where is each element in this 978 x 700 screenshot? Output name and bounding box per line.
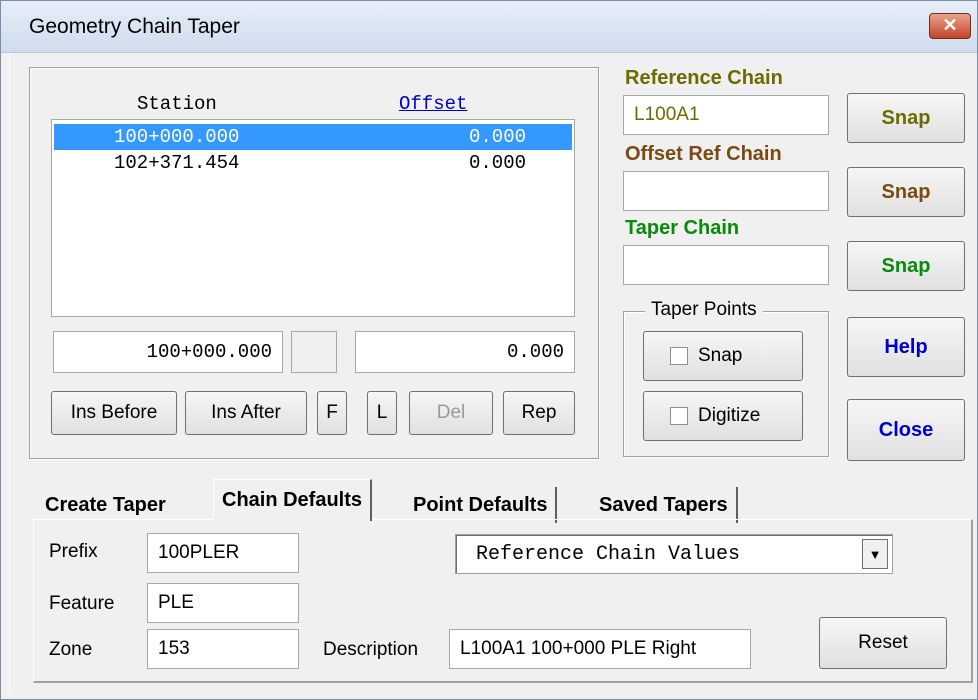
middle-input[interactable]: [291, 331, 337, 373]
zone-field[interactable]: 153: [147, 629, 299, 669]
station-input[interactable]: 100+000.000: [53, 331, 283, 373]
tab-chain-defaults[interactable]: Chain Defaults: [213, 479, 373, 521]
list-row[interactable]: 102+371.454 0.000: [54, 150, 572, 176]
delete-button[interactable]: Del: [409, 391, 493, 435]
title-bar[interactable]: Geometry Chain Taper ✕: [1, 1, 977, 53]
row-offset: 0.000: [468, 126, 526, 148]
row-station: 102+371.454: [114, 152, 240, 174]
geometry-chain-taper-dialog: Geometry Chain Taper ✕ Station Offset 10…: [0, 0, 978, 700]
prefix-field[interactable]: 100PLER: [147, 533, 299, 573]
first-button[interactable]: F: [317, 391, 347, 435]
snap-checkbox[interactable]: [670, 347, 688, 365]
taper-chain-field[interactable]: [623, 245, 829, 285]
offset-ref-chain-snap-button[interactable]: Snap: [847, 167, 965, 217]
station-offset-list[interactable]: 100+000.000 0.000 102+371.454 0.000: [51, 119, 575, 317]
help-button[interactable]: Help: [847, 317, 965, 377]
row-station: 100+000.000: [114, 126, 240, 148]
insert-after-button[interactable]: Ins After: [185, 391, 307, 435]
close-button[interactable]: Close: [847, 399, 965, 461]
taper-chain-snap-button[interactable]: Snap: [847, 241, 965, 291]
reference-chain-label: Reference Chain: [625, 67, 783, 89]
reset-button[interactable]: Reset: [819, 617, 947, 669]
offset-ref-chain-label: Offset Ref Chain: [625, 143, 782, 165]
reference-chain-field[interactable]: L100A1: [623, 95, 829, 135]
digitize-checkbox-label: Digitize: [698, 405, 761, 426]
description-label: Description: [323, 639, 419, 660]
close-icon: ✕: [942, 15, 958, 35]
feature-field[interactable]: PLE: [147, 583, 299, 623]
last-button[interactable]: L: [367, 391, 397, 435]
zone-label: Zone: [49, 639, 93, 660]
window-close-button[interactable]: ✕: [929, 13, 971, 39]
station-column-header: Station: [137, 93, 217, 115]
chain-values-selected: Reference Chain Values: [476, 543, 741, 566]
row-offset: 0.000: [468, 152, 526, 174]
prefix-label: Prefix: [49, 541, 98, 562]
description-field[interactable]: L100A1 100+000 PLE Right: [449, 629, 751, 669]
offset-ref-chain-field[interactable]: [623, 171, 829, 211]
list-row[interactable]: 100+000.000 0.000: [54, 124, 572, 150]
taper-chain-label: Taper Chain: [625, 217, 740, 239]
snap-checkbox-label: Snap: [698, 345, 743, 366]
offset-input[interactable]: 0.000: [355, 331, 575, 373]
chain-values-select[interactable]: Reference Chain Values ▼: [455, 534, 893, 574]
tab-point-defaults[interactable]: Point Defaults: [405, 487, 558, 523]
taper-points-group-label: Taper Points: [645, 299, 763, 321]
offset-column-header[interactable]: Offset: [399, 93, 467, 115]
digitize-checkbox[interactable]: [670, 407, 688, 425]
taper-points-digitize-toggle[interactable]: Digitize: [643, 391, 803, 441]
window-title: Geometry Chain Taper: [29, 15, 240, 38]
tab-saved-tapers[interactable]: Saved Tapers: [591, 487, 738, 523]
replace-button[interactable]: Rep: [503, 391, 575, 435]
taper-points-snap-toggle[interactable]: Snap: [643, 331, 803, 381]
insert-before-button[interactable]: Ins Before: [51, 391, 177, 435]
feature-label: Feature: [49, 593, 115, 614]
tab-create-taper[interactable]: Create Taper: [37, 487, 174, 523]
reference-chain-snap-button[interactable]: Snap: [847, 93, 965, 143]
chevron-down-icon[interactable]: ▼: [862, 539, 888, 569]
